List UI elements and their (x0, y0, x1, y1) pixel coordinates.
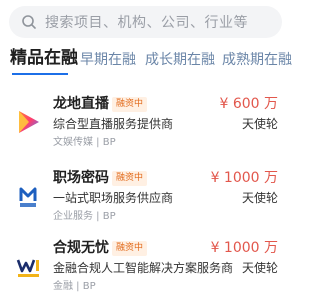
project-name[interactable]: 龙地直播 (53, 94, 109, 114)
status-badge: 融资中 (112, 241, 148, 256)
tab-premium[interactable]: 精品在融 (10, 46, 78, 70)
project-name[interactable]: 合规无忧 (53, 238, 109, 258)
project-meta: 金融 | BP (53, 281, 96, 292)
funding-amount: ¥ 1000 万 (210, 170, 278, 186)
status-badge: 融资中 (112, 97, 148, 112)
funding-round: 天使轮 (241, 191, 278, 205)
project-meta: 企业服务 | BP (53, 211, 116, 222)
status-badge: 融资中 (112, 171, 148, 186)
tab-early[interactable]: 早期在融 (80, 48, 136, 72)
search-bar[interactable]: 搜索项目、机构、公司、行业等 (9, 6, 282, 38)
career-code-logo (12, 180, 44, 212)
play-logo (12, 106, 44, 138)
funding-amount: ¥ 600 万 (219, 96, 278, 112)
tab-bar: 精品在融 早期在融 成长期在融 成熟期在融 (0, 46, 292, 76)
compliance-logo (12, 250, 44, 282)
project-card[interactable]: 合规无忧 融资中 ¥ 1000 万 金融合规人工智能解决方案服务商 天使轮 金融… (0, 238, 291, 297)
project-card[interactable]: 职场密码 融资中 ¥ 1000 万 一站式职场服务供应商 天使轮 企业服务 | … (0, 168, 291, 240)
active-tab-indicator (12, 73, 68, 75)
search-input[interactable]: 搜索项目、机构、公司、行业等 (45, 12, 248, 32)
project-name[interactable]: 职场密码 (53, 168, 109, 188)
tab-mature[interactable]: 成熟期在融 (222, 48, 292, 72)
project-description: 金融合规人工智能解决方案服务商 (53, 261, 234, 275)
project-description: 综合型直播服务提供商 (53, 117, 174, 131)
project-meta: 文娱传媒 | BP (53, 137, 116, 148)
search-icon (22, 15, 36, 29)
funding-round: 天使轮 (241, 261, 278, 275)
tab-growth[interactable]: 成长期在融 (145, 48, 215, 72)
project-card[interactable]: 龙地直播 融资中 ¥ 600 万 综合型直播服务提供商 天使轮 文娱传媒 | B… (0, 94, 291, 166)
funding-amount: ¥ 1000 万 (210, 240, 278, 256)
funding-round: 天使轮 (241, 117, 278, 131)
project-description: 一站式职场服务供应商 (53, 191, 174, 205)
